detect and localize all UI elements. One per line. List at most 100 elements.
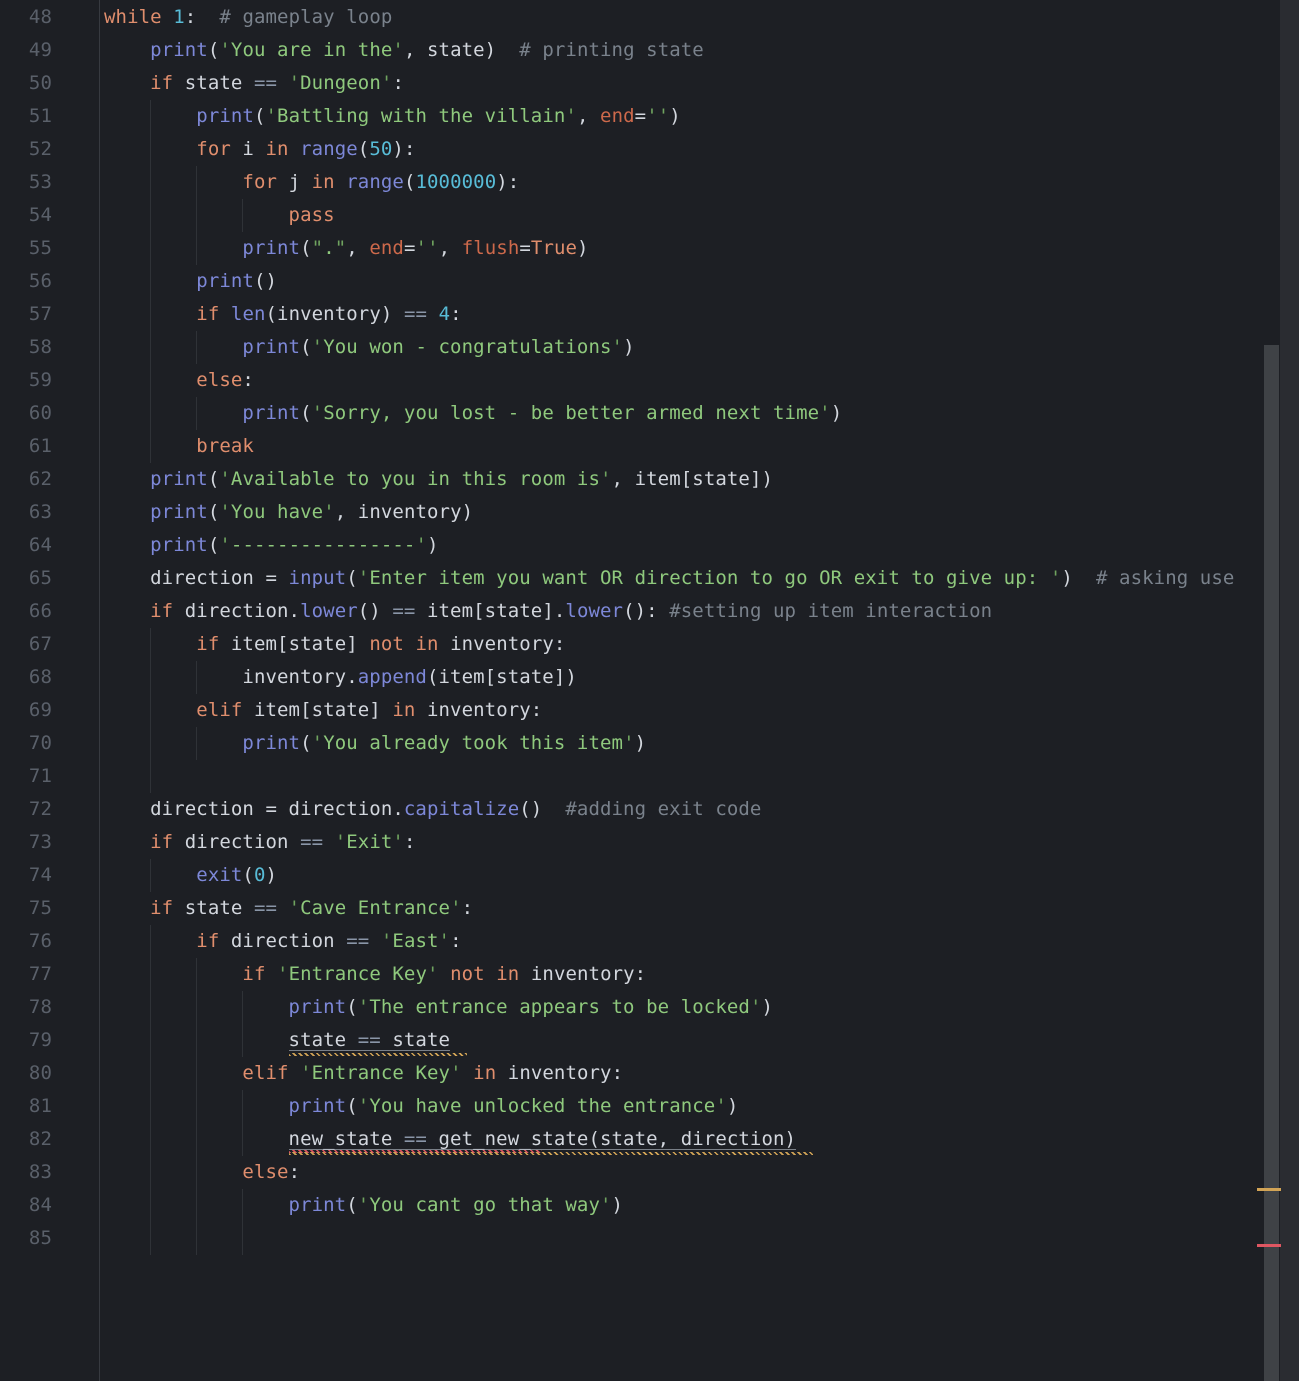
token-kw: while xyxy=(104,6,162,28)
line-number[interactable]: 58 xyxy=(0,331,52,364)
token-pl: direction = xyxy=(104,567,289,589)
token-pl: : xyxy=(184,6,220,28)
token-pl: ( xyxy=(207,501,220,523)
code-line[interactable]: 50 if state == 'Dungeon': xyxy=(0,67,1299,100)
token-pl: item[state] xyxy=(219,633,370,655)
code-line[interactable]: 54 pass xyxy=(0,199,1299,232)
token-q: ' xyxy=(357,996,370,1018)
code-line[interactable]: 81 print('You have unlocked the entrance… xyxy=(0,1090,1299,1123)
code-line[interactable]: 69 elif item[state] in inventory: xyxy=(0,694,1299,727)
line-number[interactable]: 48 xyxy=(0,1,52,34)
line-number[interactable]: 64 xyxy=(0,529,52,562)
token-pl: : xyxy=(288,1161,301,1183)
code-line[interactable]: 84 print('You cant go that way') xyxy=(0,1189,1299,1222)
line-number[interactable]: 79 xyxy=(0,1024,52,1057)
token-pl: () xyxy=(519,798,566,820)
overview-ruler[interactable] xyxy=(1280,0,1299,1381)
code-line[interactable]: 71 xyxy=(0,760,1299,793)
token-pl: i xyxy=(230,138,266,160)
line-number[interactable]: 51 xyxy=(0,100,52,133)
token-str: Enter item you want OR direction to go O… xyxy=(369,567,1050,589)
line-number[interactable]: 78 xyxy=(0,991,52,1024)
line-number[interactable]: 84 xyxy=(0,1189,52,1222)
code-text: direction = input('Enter item you want O… xyxy=(104,562,1234,595)
line-number[interactable]: 63 xyxy=(0,496,52,529)
line-number[interactable]: 60 xyxy=(0,397,52,430)
code-line[interactable]: 55 print(".", end='', flush=True) xyxy=(0,232,1299,265)
code-line[interactable]: 66 if direction.lower() == item[state].l… xyxy=(0,595,1299,628)
code-line[interactable]: 74 exit(0) xyxy=(0,859,1299,892)
line-number[interactable]: 80 xyxy=(0,1057,52,1090)
code-line[interactable]: 79 state == state xyxy=(0,1024,1299,1057)
line-number[interactable]: 50 xyxy=(0,67,52,100)
token-pl: ( xyxy=(300,336,312,358)
code-line[interactable]: 75 if state == 'Cave Entrance': xyxy=(0,892,1299,925)
line-number[interactable]: 74 xyxy=(0,859,52,892)
token-param: flush xyxy=(461,237,520,259)
line-number[interactable]: 75 xyxy=(0,892,52,925)
line-number[interactable]: 77 xyxy=(0,958,52,991)
line-number[interactable]: 68 xyxy=(0,661,52,694)
code-line[interactable]: 52 for i in range(50): xyxy=(0,133,1299,166)
line-number[interactable]: 53 xyxy=(0,166,52,199)
scrollbar-thumb[interactable] xyxy=(1264,345,1279,1381)
line-number[interactable]: 76 xyxy=(0,925,52,958)
code-line[interactable]: 56 print() xyxy=(0,265,1299,298)
code-line[interactable]: 48 while 1: # gameplay loop xyxy=(0,1,1299,34)
line-number[interactable]: 83 xyxy=(0,1156,52,1189)
line-number[interactable]: 56 xyxy=(0,265,52,298)
token-q: ' xyxy=(288,72,301,94)
line-number[interactable]: 70 xyxy=(0,727,52,760)
line-number[interactable]: 65 xyxy=(0,562,52,595)
code-line[interactable]: 67 if item[state] not in inventory: xyxy=(0,628,1299,661)
code-line[interactable]: 83 else: xyxy=(0,1156,1299,1189)
code-line[interactable]: 73 if direction == 'Exit': xyxy=(0,826,1299,859)
line-number[interactable]: 59 xyxy=(0,364,52,397)
code-line[interactable]: 72 direction = direction.capitalize() #a… xyxy=(0,793,1299,826)
line-number[interactable]: 73 xyxy=(0,826,52,859)
line-number[interactable]: 61 xyxy=(0,430,52,463)
code-line[interactable]: 64 print('----------------') xyxy=(0,529,1299,562)
line-number[interactable]: 85 xyxy=(0,1222,52,1255)
code-line[interactable]: 76 if direction == 'East': xyxy=(0,925,1299,958)
line-number[interactable]: 71 xyxy=(0,760,52,793)
code-line[interactable]: 82 new_state == get_new_state(state, dir… xyxy=(0,1123,1299,1156)
line-number[interactable]: 55 xyxy=(0,232,52,265)
token-fn: print xyxy=(288,996,347,1018)
line-number[interactable]: 57 xyxy=(0,298,52,331)
line-number[interactable]: 72 xyxy=(0,793,52,826)
code-line[interactable]: 49 print('You are in the', state) # prin… xyxy=(0,34,1299,67)
code-line[interactable]: 62 print('Available to you in this room … xyxy=(0,463,1299,496)
line-number[interactable]: 49 xyxy=(0,34,52,67)
token-pl: ) xyxy=(634,732,647,754)
code-line[interactable]: 58 print('You won - congratulations') xyxy=(0,331,1299,364)
code-line[interactable]: 63 print('You have', inventory) xyxy=(0,496,1299,529)
code-line[interactable]: 60 print('Sorry, you lost - be better ar… xyxy=(0,397,1299,430)
code-line[interactable]: 70 print('You already took this item') xyxy=(0,727,1299,760)
line-number[interactable]: 67 xyxy=(0,628,52,661)
line-number[interactable]: 69 xyxy=(0,694,52,727)
code-text: exit(0) xyxy=(104,859,277,892)
code-line[interactable]: 77 if 'Entrance Key' not in inventory: xyxy=(0,958,1299,991)
line-number[interactable]: 52 xyxy=(0,133,52,166)
line-number[interactable]: 81 xyxy=(0,1090,52,1123)
code-line[interactable]: 78 print('The entrance appears to be loc… xyxy=(0,991,1299,1024)
code-line[interactable]: 57 if len(inventory) == 4: xyxy=(0,298,1299,331)
code-line[interactable]: 65 direction = input('Enter item you wan… xyxy=(0,562,1299,595)
line-number[interactable]: 54 xyxy=(0,199,52,232)
line-number[interactable]: 62 xyxy=(0,463,52,496)
warn-squiggle xyxy=(288,1053,468,1056)
code-line[interactable]: 68 inventory.append(item[state]) xyxy=(0,661,1299,694)
code-line[interactable]: 51 print('Battling with the villain', en… xyxy=(0,100,1299,133)
code-text: if direction == 'Exit': xyxy=(104,826,416,859)
code-line[interactable]: 61 break xyxy=(0,430,1299,463)
code-line[interactable]: 80 elif 'Entrance Key' in inventory: xyxy=(0,1057,1299,1090)
code-line[interactable]: 59 else: xyxy=(0,364,1299,397)
code-line[interactable]: 85 xyxy=(0,1222,1299,1255)
code-line[interactable]: 53 for j in range(1000000): xyxy=(0,166,1299,199)
line-number[interactable]: 66 xyxy=(0,595,52,628)
line-number[interactable]: 82 xyxy=(0,1123,52,1156)
